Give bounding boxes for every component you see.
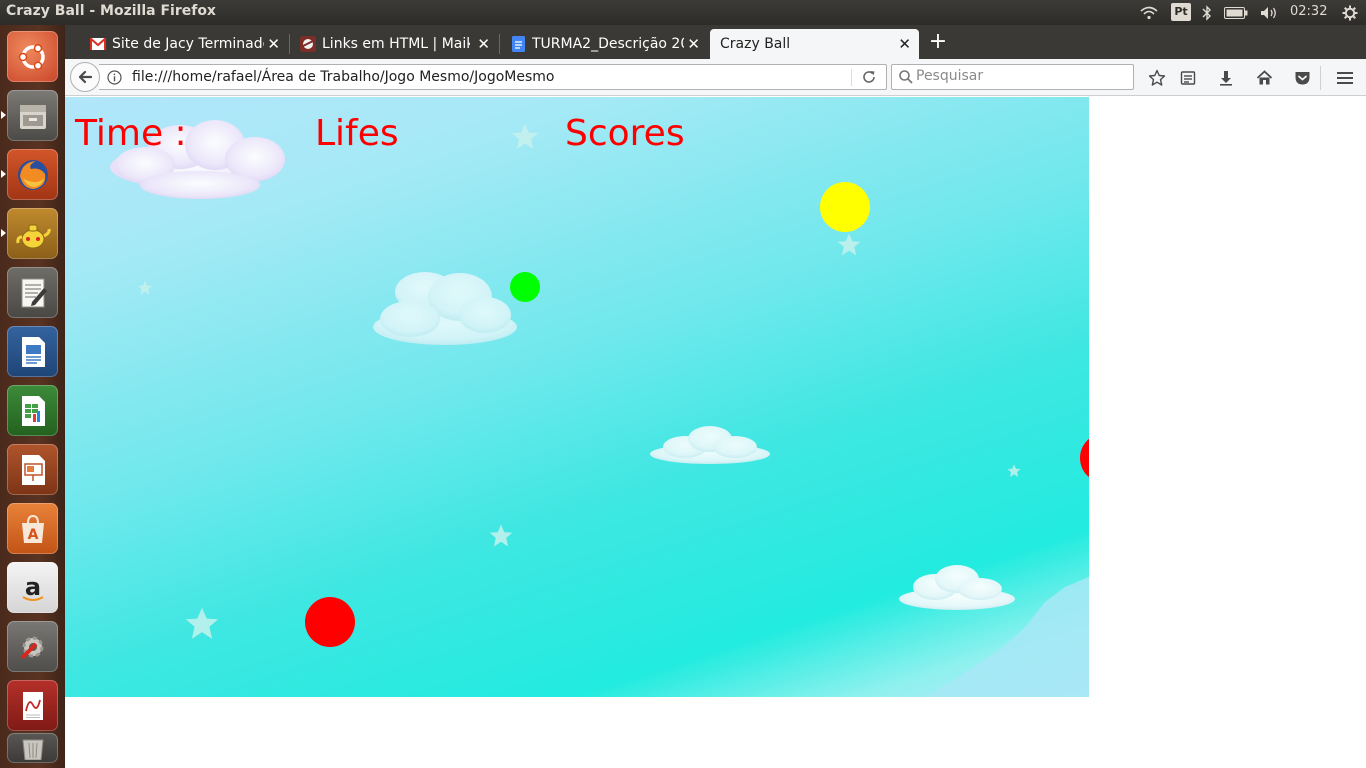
- red-ball[interactable]: [305, 597, 355, 647]
- nav-separator: [1320, 66, 1321, 90]
- url-divider: [851, 69, 852, 86]
- launcher-active-pip: [1, 111, 6, 119]
- close-tab-icon[interactable]: ✕: [477, 35, 490, 53]
- svg-text:a: a: [24, 573, 40, 601]
- document-viewer-icon[interactable]: [7, 680, 58, 731]
- hud-scores: Scores: [565, 113, 685, 154]
- close-tab-icon[interactable]: ✕: [687, 35, 700, 53]
- firefox-icon[interactable]: [7, 149, 58, 200]
- new-tab-button[interactable]: +: [927, 28, 949, 56]
- game-canvas[interactable]: Time : Lifes Scores: [65, 97, 1089, 697]
- system-settings-icon[interactable]: [7, 621, 58, 672]
- google-docs-icon: [510, 36, 526, 52]
- svg-text:A: A: [27, 527, 38, 543]
- cloud: [650, 426, 770, 464]
- libreoffice-writer-icon[interactable]: [7, 326, 58, 377]
- tab-label: TURMA2_Descrição 20: [532, 36, 684, 52]
- ubuntu-software-center-icon[interactable]: A: [7, 503, 58, 554]
- launcher: A a: [0, 25, 65, 768]
- tab-crazy-ball[interactable]: Crazy Ball ✕: [710, 29, 919, 59]
- libreoffice-impress-icon[interactable]: [7, 444, 58, 495]
- url-text[interactable]: file:///home/rafael/Área de Trabalho/Jog…: [132, 69, 554, 85]
- bookmark-star-icon[interactable]: [1145, 66, 1169, 90]
- tab-label: Crazy Ball: [720, 36, 791, 52]
- ubuntu-dash-icon[interactable]: [7, 31, 58, 82]
- url-bar[interactable]: file:///home/rafael/Área de Trabalho/Jog…: [99, 64, 887, 90]
- tab-label: Site de Jacy Terminado: [112, 36, 264, 52]
- close-tab-icon[interactable]: ✕: [267, 35, 280, 53]
- trash-icon[interactable]: [7, 733, 58, 763]
- tab-bar: Site de Jacy Terminado ✕ Links em HTML |…: [65, 25, 1366, 59]
- libreoffice-calc-icon[interactable]: [7, 385, 58, 436]
- search-bar[interactable]: [891, 64, 1134, 90]
- reload-icon[interactable]: [861, 69, 877, 89]
- tab-links-em-html[interactable]: Links em HTML | Maik I ✕: [290, 29, 498, 59]
- search-icon: [898, 69, 914, 89]
- hamburger-menu-icon[interactable]: [1333, 66, 1357, 90]
- yellow-ball[interactable]: [820, 182, 870, 232]
- keyboard-layout-indicator[interactable]: Pt: [1171, 3, 1191, 21]
- game-background: [110, 120, 1089, 697]
- bluetooth-icon[interactable]: [1199, 0, 1215, 25]
- volume-icon[interactable]: [1258, 0, 1280, 25]
- files-icon[interactable]: [7, 90, 58, 141]
- page-content: Time : Lifes Scores: [65, 97, 1366, 768]
- top-panel: Crazy Ball - Mozilla Firefox Pt 02:32: [0, 0, 1366, 25]
- nav-bar: file:///home/rafael/Área de Trabalho/Jog…: [65, 59, 1366, 96]
- close-tab-icon[interactable]: ✕: [898, 35, 911, 53]
- battery-icon[interactable]: [1222, 0, 1250, 25]
- green-ball[interactable]: [510, 272, 540, 302]
- bookmarks-list-icon[interactable]: [1176, 66, 1200, 90]
- launcher-active-pip: [1, 229, 6, 237]
- search-input[interactable]: [916, 68, 1126, 84]
- home-icon[interactable]: [1252, 66, 1276, 90]
- clock[interactable]: 02:32: [1290, 4, 1327, 19]
- gmail-icon: [90, 36, 106, 52]
- hud-lifes: Lifes: [315, 113, 399, 154]
- site-info-icon[interactable]: [107, 70, 122, 89]
- download-icon[interactable]: [1214, 66, 1238, 90]
- cloud: [899, 565, 1015, 610]
- text-editor-icon[interactable]: [7, 267, 58, 318]
- amazon-icon[interactable]: a: [7, 562, 58, 613]
- window-title: Crazy Ball - Mozilla Firefox: [6, 3, 216, 19]
- back-arrow-icon: [78, 70, 93, 84]
- tab-site-de-jacy[interactable]: Site de Jacy Terminado ✕: [80, 29, 288, 59]
- tab-turma2-descricao[interactable]: TURMA2_Descrição 20 ✕: [500, 29, 708, 59]
- settings-gear-icon[interactable]: [1340, 0, 1360, 25]
- gedit-teapot-icon[interactable]: [7, 208, 58, 259]
- cloud: [373, 272, 517, 345]
- tab-label: Links em HTML | Maik I: [322, 36, 470, 52]
- back-button[interactable]: [70, 62, 100, 92]
- stars: [137, 123, 1021, 639]
- wifi-icon[interactable]: [1138, 0, 1160, 25]
- pocket-icon[interactable]: [1290, 66, 1314, 90]
- launcher-active-pip: [1, 170, 6, 178]
- hud-time: Time :: [75, 113, 187, 154]
- site-icon: [300, 36, 316, 52]
